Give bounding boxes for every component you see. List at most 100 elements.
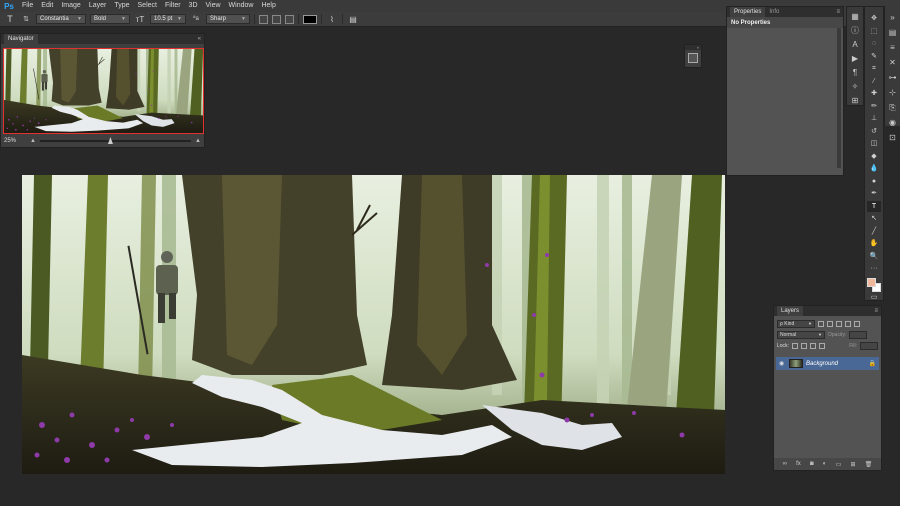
quick-select-tool-icon[interactable]: ✎ <box>867 51 881 62</box>
styles-icon[interactable]: ✕ <box>887 57 898 68</box>
eraser-tool-icon[interactable]: ◫ <box>867 138 881 149</box>
zoom-out-icon[interactable]: ▲ <box>30 138 36 144</box>
delete-layer-icon[interactable]: 🗑 <box>865 461 873 468</box>
adjustment-filter-icon[interactable] <box>827 320 833 327</box>
adjustment-layer-icon[interactable]: ◐ <box>823 461 827 467</box>
type-tool-icon[interactable]: T <box>4 14 16 24</box>
layer-style-icon[interactable]: fx <box>796 461 801 467</box>
type-tool-icon[interactable]: T <box>867 200 881 212</box>
warp-text-icon[interactable]: ⌇ <box>326 15 338 24</box>
layers-icon[interactable]: ⊡ <box>887 132 898 143</box>
blur-tool-icon[interactable]: 💧 <box>867 163 881 174</box>
paths-icon[interactable]: ⊹ <box>887 87 898 98</box>
type-filter-icon[interactable] <box>836 320 842 327</box>
menu-image[interactable]: Image <box>57 0 84 12</box>
info-panel-icon[interactable]: ⓘ <box>850 25 861 36</box>
layer-row-background[interactable]: ◉ Background 🔒 <box>776 357 879 370</box>
dodge-tool-icon[interactable]: ● <box>867 176 881 187</box>
smart-object-filter-icon[interactable] <box>854 320 860 327</box>
zoom-in-icon[interactable]: ▲ <box>195 138 201 144</box>
play-actions-icon[interactable]: ▶ <box>850 53 861 64</box>
lasso-tool-icon[interactable]: ◌ <box>867 38 881 49</box>
tab-properties[interactable]: Properties <box>730 7 766 17</box>
clone-source-icon[interactable]: ✧ <box>850 81 861 92</box>
menu-help[interactable]: Help <box>257 0 279 12</box>
zoom-tool-icon[interactable]: 🔍 <box>867 251 881 262</box>
font-style-select[interactable]: Bold ▼ <box>90 14 130 24</box>
layer-mask-icon[interactable]: ◙ <box>810 461 814 467</box>
channels-icon[interactable]: ⊶ <box>887 72 898 83</box>
crop-tool-icon[interactable]: ⌗ <box>867 63 881 74</box>
history-icon[interactable]: ⎘ <box>887 102 898 113</box>
lock-all-icon[interactable] <box>818 342 825 349</box>
new-layer-icon[interactable]: ⊞ <box>850 461 855 468</box>
font-size-select[interactable]: 10.5 pt ▼ <box>150 14 186 24</box>
properties-scrollbar[interactable] <box>837 28 841 168</box>
photoshop-logo[interactable]: Ps <box>0 0 18 12</box>
mask-icon[interactable]: ◉ <box>887 117 898 128</box>
text-orientation-icon[interactable]: ⇅ <box>20 15 32 23</box>
menu-view[interactable]: View <box>202 0 225 12</box>
adjustments-icon[interactable]: ≡ <box>887 42 898 53</box>
new-group-icon[interactable]: ▭ <box>836 461 842 468</box>
eyedropper-tool-icon[interactable]: ⁄ <box>867 76 881 87</box>
font-family-select[interactable]: Constantia ▼ <box>36 14 86 24</box>
menu-window[interactable]: Window <box>225 0 258 12</box>
align-center-button[interactable] <box>272 14 281 24</box>
eye-visibility-icon[interactable]: ◉ <box>779 360 786 367</box>
healing-brush-tool-icon[interactable]: ✚ <box>867 88 881 99</box>
kind-filter-select[interactable]: ρ Kind ▼ <box>777 319 815 328</box>
pixel-filter-icon[interactable] <box>818 320 824 327</box>
paint-bucket-tool-icon[interactable]: ◆ <box>867 151 881 162</box>
brush-tool-icon[interactable]: ✏ <box>867 101 881 112</box>
zoom-slider-handle[interactable] <box>107 137 113 144</box>
more-tools-icon[interactable]: ··· <box>867 263 881 274</box>
lock-transparent-icon[interactable] <box>791 342 798 349</box>
tool-presets-icon[interactable]: ⊞ <box>850 95 861 106</box>
arrow-icon[interactable]: » <box>887 12 898 23</box>
opacity-field[interactable] <box>849 330 868 339</box>
menu-3d[interactable]: 3D <box>185 0 202 12</box>
anti-alias-select[interactable]: Sharp ▼ <box>206 14 250 24</box>
tab-layers[interactable]: Layers <box>777 306 804 316</box>
shape-filter-icon[interactable] <box>845 320 851 327</box>
history-brush-tool-icon[interactable]: ↺ <box>867 126 881 137</box>
link-layers-icon[interactable]: ∞ <box>783 461 787 467</box>
folder-icon[interactable] <box>688 53 698 63</box>
align-right-button[interactable] <box>285 14 294 24</box>
character-panel-icon[interactable]: ▤ <box>347 15 359 24</box>
lock-image-icon[interactable] <box>800 342 807 349</box>
clone-stamp-tool-icon[interactable]: ⊥ <box>867 113 881 124</box>
panel-menu-icon[interactable]: ≡ <box>874 308 878 314</box>
properties-panel-icon[interactable]: ▦ <box>850 11 861 22</box>
menu-file[interactable]: File <box>18 0 37 12</box>
document-canvas[interactable] <box>22 175 725 474</box>
panel-menu-icon[interactable]: ≡ <box>836 9 840 15</box>
pen-tool-icon[interactable]: ✒ <box>867 188 881 199</box>
tab-navigator[interactable]: Navigator <box>4 34 38 44</box>
menu-filter[interactable]: Filter <box>161 0 185 12</box>
path-selection-tool-icon[interactable]: ↖ <box>867 213 881 224</box>
character-panel-icon[interactable]: A <box>850 39 861 50</box>
panel-collapse-icon[interactable]: « <box>198 36 201 42</box>
zoom-slider[interactable] <box>39 137 192 144</box>
line-tool-icon[interactable]: ╱ <box>867 226 881 237</box>
layer-name[interactable]: Background <box>806 361 866 367</box>
align-left-button[interactable] <box>259 14 268 24</box>
move-tool-icon[interactable]: ✥ <box>867 13 881 24</box>
marquee-tool-icon[interactable]: ⬚ <box>867 26 881 37</box>
blend-mode-select[interactable]: Normal ▼ <box>777 330 825 339</box>
swatches-icon[interactable]: ▤ <box>887 27 898 38</box>
lock-position-icon[interactable] <box>809 342 816 349</box>
zoom-level-field[interactable]: 25% <box>4 138 26 144</box>
fill-field[interactable] <box>860 341 878 350</box>
text-color-swatch[interactable] <box>303 14 317 24</box>
hand-tool-icon[interactable]: ✋ <box>867 238 881 249</box>
menu-layer[interactable]: Layer <box>85 0 111 12</box>
menu-type[interactable]: Type <box>110 0 133 12</box>
navigator-view-box[interactable] <box>3 48 204 134</box>
foreground-color-swatch[interactable] <box>867 277 876 287</box>
lock-icon[interactable]: 🔒 <box>869 360 876 367</box>
menu-edit[interactable]: Edit <box>37 0 57 12</box>
tab-info[interactable]: Info <box>765 7 783 17</box>
